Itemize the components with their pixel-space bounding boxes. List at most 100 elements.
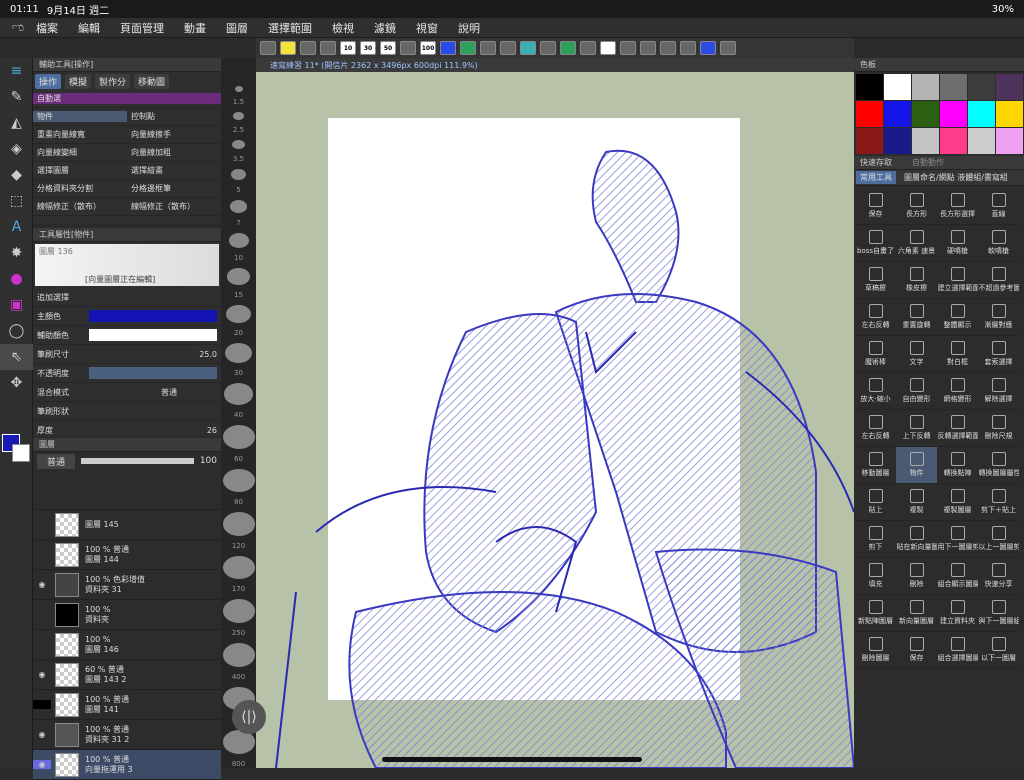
quick-access-item[interactable]: 左右反轉 (855, 410, 896, 447)
cmd-settings-icon[interactable] (260, 41, 276, 55)
color-swatch[interactable] (996, 74, 1023, 100)
cmd-line-icon[interactable] (440, 41, 456, 55)
quick-access-item[interactable]: 草稿擦 (855, 262, 896, 299)
quick-access-item[interactable]: 組合顯示圖層 (937, 558, 978, 595)
subtool-tab-simulate[interactable]: 模擬 (65, 73, 92, 89)
pen-tool-icon[interactable]: ✎ (0, 84, 33, 110)
move-tool-icon[interactable]: ✥ (0, 370, 33, 396)
quick-access-item[interactable]: 貼在新向量圖層 (896, 521, 937, 558)
brush-size-dot[interactable] (222, 643, 255, 667)
cmd-50-icon[interactable]: 50 (380, 41, 396, 55)
brush-size-dot[interactable] (229, 200, 248, 214)
menu-page[interactable]: 頁面管理 (120, 20, 164, 36)
quick-access-item[interactable]: 網格變形 (937, 373, 978, 410)
brush-size-dot[interactable] (222, 599, 255, 624)
color-swatch[interactable] (884, 128, 911, 154)
panel-toggle-handle[interactable]: ⟨|⟩ (232, 700, 266, 734)
subtool-tab-operation[interactable]: 操作 (35, 73, 62, 89)
layer-opacity-value[interactable]: 100 (200, 456, 217, 466)
quick-access-item[interactable]: 重置旋轉 (896, 299, 937, 336)
brush-size-dot[interactable] (222, 424, 255, 449)
cmd-camera-icon[interactable] (680, 41, 696, 55)
brush-size-dot[interactable] (224, 342, 253, 363)
quick-access-item[interactable]: 新向量圖層 (896, 595, 937, 632)
menu-help[interactable]: 說明 (458, 20, 480, 36)
layer-row[interactable]: ◉ 100 % 普通 資料夾 31 2 (33, 720, 221, 750)
cmd-updown-icon[interactable] (500, 41, 516, 55)
cmd-transform-icon[interactable] (560, 41, 576, 55)
layer-row[interactable]: ◉ 100 % 色彩增值 資料夾 31 (33, 570, 221, 600)
quick-access-item[interactable]: 複製圖層 (937, 484, 978, 521)
layer-row[interactable]: ◉ 100 % 普通 向量拖運用 3 (33, 750, 221, 780)
cmd-circle-icon[interactable] (640, 41, 656, 55)
gradient-tool-icon[interactable]: ● (0, 266, 33, 292)
quick-access-item[interactable]: 組合選擇圖層 (937, 632, 978, 669)
subtool-split-folder[interactable]: 分格資料夾分割 (33, 183, 127, 194)
quick-access-item[interactable]: 物件 (896, 447, 937, 484)
quick-access-item[interactable]: 不超過參考圖層 (978, 262, 1019, 299)
color-swatch[interactable] (968, 101, 995, 127)
fill-tool-icon[interactable]: ◭ (0, 110, 33, 136)
prop-brush-size-value[interactable]: 25.0 (199, 350, 217, 359)
prop-blend-value[interactable]: 普通 (161, 387, 177, 398)
quick-access-item[interactable]: 以上一圖層剪裁 (978, 521, 1019, 558)
color-swatch[interactable] (940, 128, 967, 154)
quick-access-item[interactable]: 長方形 (896, 188, 937, 225)
prop-thickness-value[interactable]: 26 (207, 426, 217, 435)
layer-tool-icon[interactable]: ▣ (0, 292, 33, 318)
text-tool-icon[interactable]: A (0, 214, 33, 240)
quick-access-item[interactable]: 轉換圖層屬性 (978, 447, 1019, 484)
quick-access-item[interactable]: 移動圖層 (855, 447, 896, 484)
sparkle-tool-icon[interactable]: ✸ (0, 240, 33, 266)
quick-access-item[interactable]: 解除選擇 (978, 373, 1019, 410)
quick-access-item[interactable]: 套索選擇 (978, 336, 1019, 373)
subtool-tab-make[interactable]: 製作分 (95, 73, 131, 89)
layer-row[interactable]: 100 % 圖層 146 (33, 630, 221, 660)
menu-selection[interactable]: 選擇範圍 (268, 20, 312, 36)
cmd-100-icon[interactable]: 100 (420, 41, 436, 55)
color-swatch[interactable] (856, 128, 883, 154)
quick-access-item[interactable]: 剪下 (855, 521, 896, 558)
menu-layer[interactable]: 圖層 (226, 20, 248, 36)
subtool-thick-line[interactable]: 向量線加粗 (127, 147, 221, 158)
subtool-line-fix-1[interactable]: 線幅修正（散布） (33, 201, 127, 212)
cmd-flip-icon[interactable] (520, 41, 536, 55)
quick-access-item[interactable]: 保存 (855, 188, 896, 225)
quick-access-item[interactable]: 複製 (896, 484, 937, 521)
subtool-frame-pen[interactable]: 分格邊框筆 (127, 183, 221, 194)
quick-access-item[interactable]: 漸層對應 (978, 299, 1019, 336)
quick-access-item[interactable]: 上下反轉 (896, 410, 937, 447)
quick-access-item[interactable]: 對白框 (937, 336, 978, 373)
cmd-pen-icon[interactable] (700, 41, 716, 55)
layer-row[interactable]: ◉ 60 % 普通 圖層 143 2 (33, 660, 221, 690)
quick-access-item[interactable]: 剪下＋貼上 (978, 484, 1019, 521)
cmd-10-icon[interactable]: 10 (340, 41, 356, 55)
qa-tab-layer-naming[interactable]: 圖層命名/網點 液體組/書寫組 (904, 172, 1008, 183)
brush-size-dot[interactable] (226, 304, 251, 323)
quick-access-item[interactable]: 軟噴槍 (978, 225, 1019, 262)
quick-access-item[interactable]: 刪除圖層 (855, 632, 896, 669)
eraser-tool-icon[interactable]: ◈ (0, 136, 33, 162)
cmd-grid-icon[interactable] (480, 41, 496, 55)
cmd-frame-icon[interactable] (660, 41, 676, 55)
quick-access-item[interactable]: 保存 (896, 632, 937, 669)
sub-color-swatch[interactable] (12, 444, 30, 462)
quick-access-item[interactable]: 刪除尺規 (978, 410, 1019, 447)
brush-size-dot[interactable] (232, 139, 245, 150)
subtool-select-layer[interactable]: 選擇圖層 (33, 165, 127, 176)
layer-row[interactable]: 圖層 145 (33, 510, 221, 540)
quick-access-item[interactable]: 轉換點陣 (937, 447, 978, 484)
brush-size-dot[interactable] (222, 512, 255, 536)
app-logo-icon[interactable]: ಌ (0, 20, 36, 35)
subtool-thin-line[interactable]: 向量線變細 (33, 147, 127, 158)
quick-access-item[interactable]: 硬噴槍 (937, 225, 978, 262)
layer-row[interactable]: 100 % 普通 圖層 141 (33, 690, 221, 720)
brush-size-dot[interactable] (222, 468, 255, 493)
subtool-tab-move[interactable]: 移動圖 (134, 73, 170, 89)
color-swatch[interactable] (856, 74, 883, 100)
layer-blend-select[interactable]: 普通 (37, 453, 76, 469)
quick-access-item[interactable]: 刪除 (896, 558, 937, 595)
quick-access-item[interactable]: 以下一圖層 (978, 632, 1019, 669)
color-swatch[interactable] (884, 74, 911, 100)
quick-access-item[interactable]: 直線 (978, 188, 1019, 225)
